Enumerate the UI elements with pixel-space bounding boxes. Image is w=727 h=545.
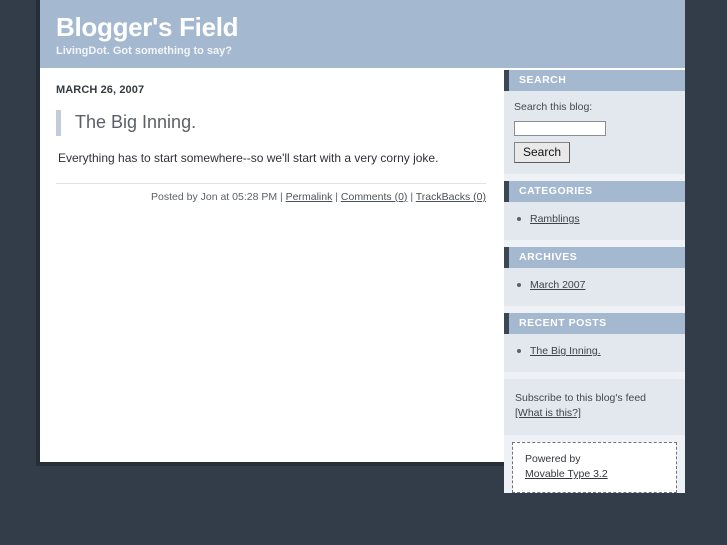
post-title[interactable]: The Big Inning.: [56, 110, 486, 136]
list-item: March 2007: [514, 277, 675, 293]
search-label: Search this blog:: [514, 101, 593, 113]
module-archives-body: March 2007: [504, 268, 685, 306]
comments-link[interactable]: Comments (0): [341, 191, 408, 203]
module-syndicate: Subscribe to this blog's feed [What is t…: [504, 379, 685, 435]
post-date-header: MARCH 26, 2007: [56, 84, 145, 96]
recent-post-link-the-big-inning[interactable]: The Big Inning.: [530, 345, 601, 357]
blog-post: The Big Inning. Everything has to start …: [56, 110, 486, 203]
module-recent-posts-heading: RECENT POSTS: [504, 313, 685, 334]
site-tagline: LivingDot. Got something to say?: [56, 45, 232, 57]
content-wrapper: MARCH 26, 2007 The Big Inning. Everythin…: [40, 70, 685, 493]
powered-by-link[interactable]: Movable Type 3.2: [525, 468, 608, 480]
module-recent-posts: RECENT POSTS The Big Inning.: [504, 313, 685, 372]
powered-by-box: Powered by Movable Type 3.2: [512, 442, 677, 493]
module-archives: ARCHIVES March 2007: [504, 247, 685, 306]
module-search-body: Search this blog: Search: [504, 91, 685, 174]
post-byline: Posted by Jon at 05:28 PM: [151, 191, 278, 203]
syndicate-text: Subscribe to this blog's feed: [515, 392, 646, 404]
sidebar-column: SEARCH Search this blog: Search CATEGORI…: [504, 70, 685, 493]
footer-separator-1: |: [277, 191, 286, 203]
site-title[interactable]: Blogger's Field: [56, 12, 685, 42]
trackbacks-link[interactable]: TrackBacks (0): [416, 191, 486, 203]
module-syndicate-body: Subscribe to this blog's feed [What is t…: [504, 379, 685, 435]
bullet-icon: [517, 349, 521, 353]
module-categories-body: Ramblings: [504, 202, 685, 240]
syndicate-help-link[interactable]: [What is this?]: [515, 407, 581, 419]
recent-posts-list: The Big Inning.: [514, 343, 675, 359]
site-banner: Blogger's Field LivingDot. Got something…: [40, 0, 685, 70]
bullet-icon: [517, 217, 521, 221]
bullet-icon: [517, 283, 521, 287]
footer-separator-2: |: [332, 191, 341, 203]
page-container: Blogger's Field LivingDot. Got something…: [36, 0, 685, 493]
list-item: The Big Inning.: [514, 343, 675, 359]
archive-link-march-2007[interactable]: March 2007: [530, 279, 585, 291]
list-item: Ramblings: [514, 211, 675, 227]
post-body-text: Everything has to start somewhere--so we…: [58, 151, 439, 165]
main-content-column: MARCH 26, 2007 The Big Inning. Everythin…: [40, 70, 504, 203]
module-categories: CATEGORIES Ramblings: [504, 181, 685, 240]
module-archives-heading: ARCHIVES: [504, 247, 685, 268]
archives-list: March 2007: [514, 277, 675, 293]
module-categories-heading: CATEGORIES: [504, 181, 685, 202]
module-search: SEARCH Search this blog: Search: [504, 70, 685, 174]
category-link-ramblings[interactable]: Ramblings: [530, 213, 580, 225]
powered-by-text: Powered by: [525, 453, 581, 465]
search-button[interactable]: Search: [514, 142, 571, 163]
categories-list: Ramblings: [514, 211, 675, 227]
module-search-heading: SEARCH: [504, 70, 685, 91]
search-input[interactable]: [514, 121, 606, 136]
footer-separator-3: |: [407, 191, 416, 203]
post-footer: Posted by Jon at 05:28 PM | Permalink | …: [56, 183, 486, 203]
permalink-link[interactable]: Permalink: [286, 191, 333, 203]
module-recent-posts-body: The Big Inning.: [504, 334, 685, 372]
